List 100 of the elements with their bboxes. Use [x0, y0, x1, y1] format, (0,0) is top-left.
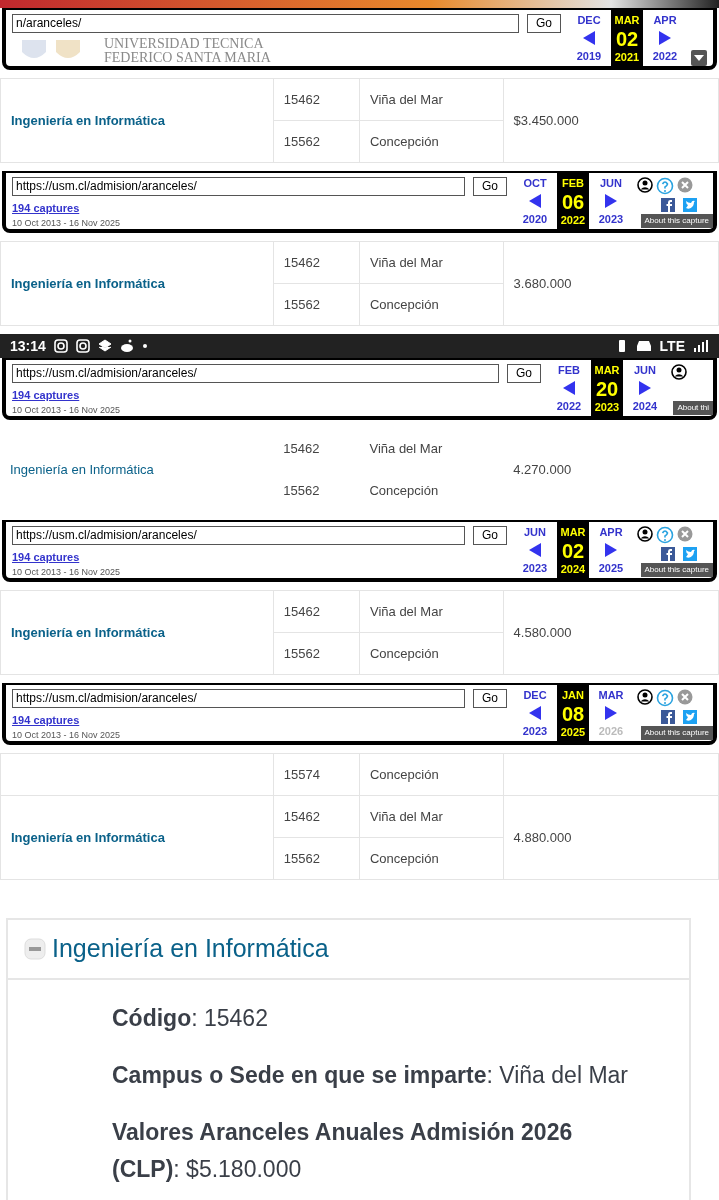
field-text: Campus o Sede en que se imparte: Viña del Mar: [112, 1060, 629, 1090]
month-label: MAR: [614, 13, 640, 28]
month-link[interactable]: JUN: [634, 362, 656, 379]
go-button[interactable]: Go: [527, 14, 561, 33]
year-link[interactable]: 2023: [522, 722, 548, 739]
day-label: 06: [561, 191, 585, 212]
program-cell: Ingeniería en Informática: [0, 78, 274, 163]
month-link[interactable]: JUN: [524, 524, 546, 541]
campus-cell: Concepción: [359, 753, 504, 796]
user-icon[interactable]: [637, 689, 653, 705]
code-cell: 15562: [273, 283, 360, 326]
year-link[interactable]: 2023: [598, 210, 624, 227]
month-link[interactable]: DEC: [523, 687, 547, 704]
month-label: MAR: [560, 525, 586, 540]
year-label: 2021: [614, 49, 640, 65]
twitter-icon[interactable]: [683, 547, 697, 561]
clock-text: 13:14: [10, 336, 46, 356]
date-range-text: 10 Oct 2013 - 16 Nov 2025: [12, 216, 122, 230]
network-text: LTE: [659, 336, 685, 356]
logo-text: UNIVERSIDAD TECNICA: [104, 37, 265, 51]
month-link[interactable]: APR: [653, 12, 677, 29]
url-field[interactable]: https://usm.cl/admision/aranceles/: [12, 364, 499, 383]
prev-arrow-icon[interactable]: [562, 380, 576, 396]
next-arrow-icon[interactable]: [658, 30, 672, 46]
twitter-icon[interactable]: [683, 198, 697, 212]
code-cell: 15562: [273, 120, 360, 163]
month-label: MAR: [594, 363, 620, 378]
about-button[interactable]: About this capture: [640, 726, 713, 740]
code-cell: 15562: [273, 632, 360, 675]
dot-icon: [141, 343, 148, 349]
twitter-icon[interactable]: [683, 710, 697, 724]
campus-cell: Viña del Mar: [359, 241, 504, 284]
next-arrow-icon[interactable]: [604, 542, 618, 558]
card-title[interactable]: Ingeniería en Informática: [52, 930, 329, 968]
program-cell: Ingeniería en Informática: [0, 590, 274, 675]
prev-arrow-icon[interactable]: [528, 705, 542, 721]
facebook-icon[interactable]: [661, 198, 675, 212]
year-link[interactable]: 2025: [598, 559, 624, 576]
collapse-icon[interactable]: [24, 937, 46, 960]
day-label: 20: [595, 378, 619, 399]
signal-icon: [693, 340, 709, 352]
prev-arrow-icon[interactable]: [528, 542, 542, 558]
code-cell: 15462: [273, 241, 360, 284]
year-link[interactable]: 2024: [632, 397, 658, 414]
code-cell: 15462: [273, 590, 360, 633]
caret-icon[interactable]: [691, 50, 707, 66]
year-link[interactable]: 2022: [556, 397, 582, 414]
user-icon[interactable]: [637, 526, 653, 542]
url-field[interactable]: https://usm.cl/admision/aranceles/: [12, 526, 465, 545]
about-button[interactable]: About this capture: [640, 563, 713, 577]
campus-cell: Viña del Mar: [359, 78, 504, 121]
year-label: 2023: [594, 399, 620, 415]
close-icon[interactable]: [677, 689, 693, 705]
year-label: 2022: [560, 212, 586, 228]
go-button[interactable]: Go: [473, 177, 507, 196]
instagram-icon: [53, 339, 68, 353]
captures-link[interactable]: 194 captures: [12, 200, 507, 217]
prev-arrow-icon[interactable]: [528, 193, 542, 209]
year-link[interactable]: 2022: [652, 47, 678, 64]
price-cell: 4.880.000: [503, 795, 719, 880]
month-link[interactable]: MAR: [598, 687, 624, 704]
day-label: 08: [561, 703, 585, 724]
campus-cell: Viña del Mar: [359, 795, 504, 838]
go-button[interactable]: Go: [473, 526, 507, 545]
day-label: 02: [615, 28, 639, 49]
close-icon[interactable]: [677, 526, 693, 542]
next-arrow-icon[interactable]: [604, 193, 618, 209]
month-link[interactable]: APR: [599, 524, 623, 541]
year-link[interactable]: 2020: [522, 210, 548, 227]
year-label: 2024: [560, 561, 586, 577]
month-link[interactable]: FEB: [558, 362, 580, 379]
url-field[interactable]: https://usm.cl/admision/aranceles/: [12, 177, 465, 196]
about-button[interactable]: About thi: [673, 401, 713, 415]
captures-link[interactable]: 194 captures: [12, 549, 507, 566]
prev-arrow-icon[interactable]: [582, 30, 596, 46]
go-button[interactable]: Go: [473, 689, 507, 708]
next-arrow-icon[interactable]: [638, 380, 652, 396]
facebook-icon[interactable]: [661, 547, 675, 561]
about-button[interactable]: About this capture: [640, 214, 713, 228]
month-link[interactable]: DEC: [577, 12, 601, 29]
captures-link[interactable]: 194 captures: [12, 387, 541, 404]
price-cell-text: 4.270.000: [512, 461, 573, 480]
year-link[interactable]: 2023: [522, 559, 548, 576]
year-link[interactable]: 2019: [576, 47, 602, 64]
day-label: 02: [561, 540, 585, 561]
price-cell: 4.580.000: [503, 590, 719, 675]
user-icon[interactable]: [671, 364, 687, 380]
month-link[interactable]: JUN: [600, 175, 622, 192]
next-arrow-icon[interactable]: [604, 705, 618, 721]
code-cell: 15462: [273, 78, 360, 121]
facebook-icon[interactable]: [661, 710, 675, 724]
go-button[interactable]: Go: [507, 364, 541, 383]
code-cell: 15574: [273, 753, 360, 796]
url-field[interactable]: https://usm.cl/admision/aranceles/: [12, 689, 465, 708]
close-icon[interactable]: [677, 177, 693, 193]
captures-link[interactable]: 194 captures: [12, 712, 507, 729]
stack-icon: [97, 339, 112, 353]
month-link[interactable]: OCT: [523, 175, 547, 192]
user-icon[interactable]: [637, 177, 653, 193]
url-field[interactable]: n/aranceles/: [12, 14, 519, 33]
